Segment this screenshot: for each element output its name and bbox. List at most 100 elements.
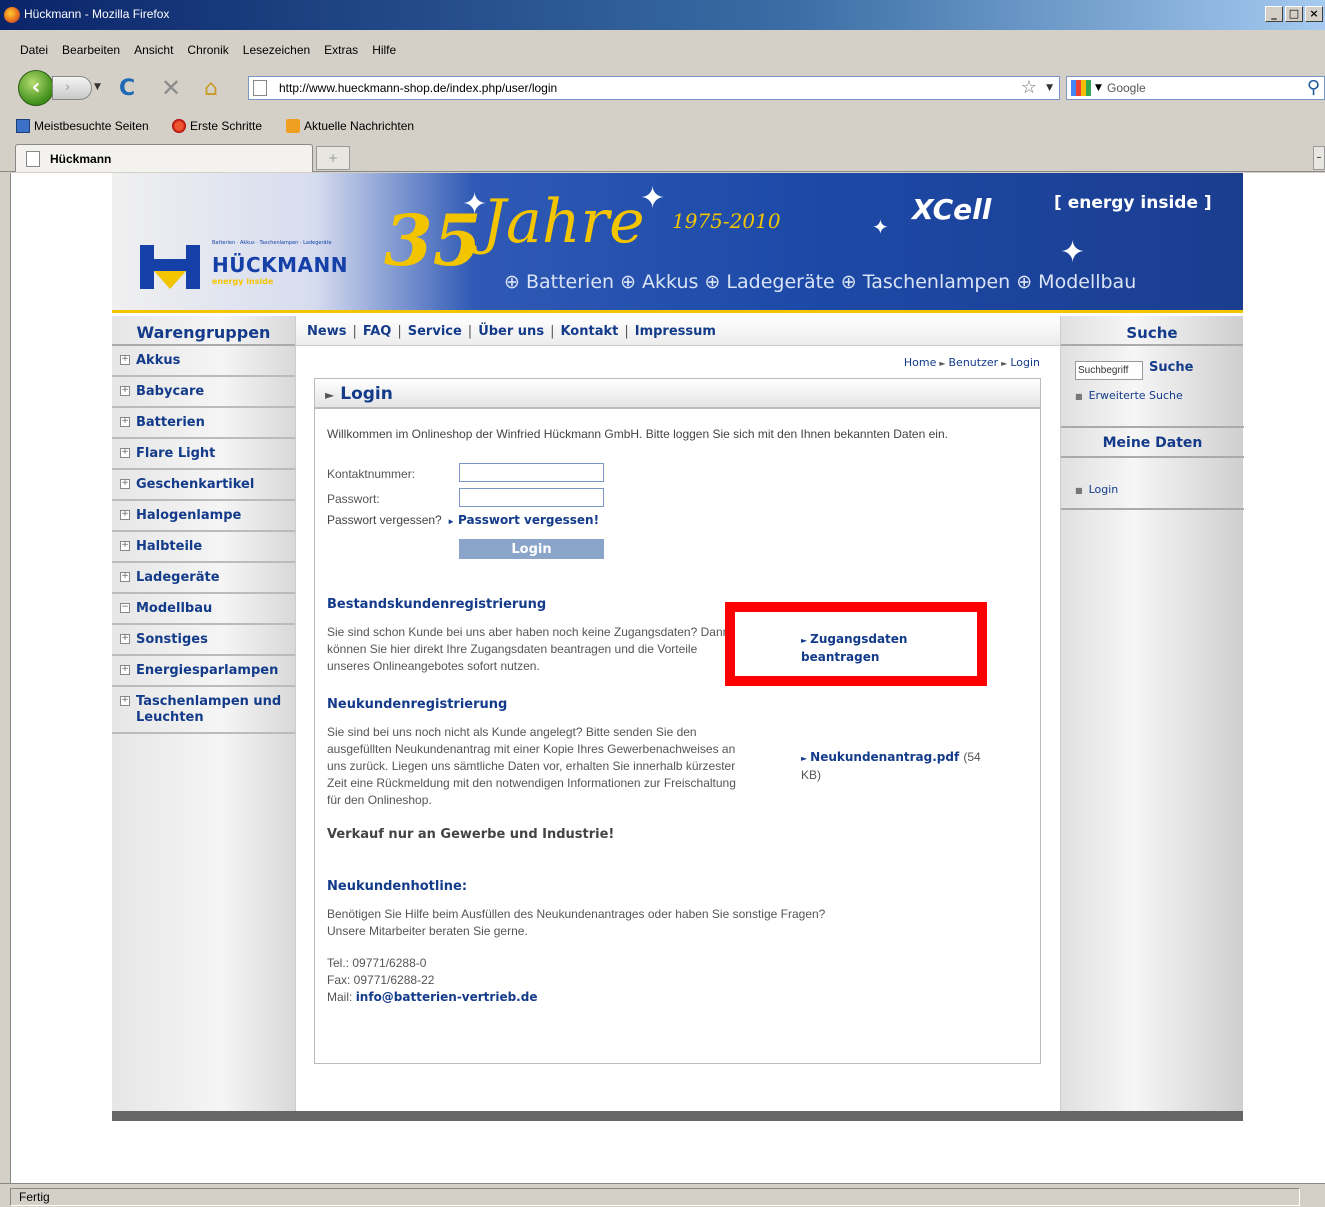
expand-icon[interactable]: + [120,417,130,427]
highlight-box [725,602,987,686]
bookmark-aktuelle-nachrichten[interactable]: Aktuelle Nachrichten [286,119,414,133]
tab-list-button[interactable]: – [1313,146,1325,170]
tab-hueckmann[interactable]: Hückmann [15,144,313,172]
nav-faq[interactable]: FAQ [363,324,392,339]
menu-chronik[interactable]: Chronik [187,38,228,62]
stop-icon[interactable]: ✕ [161,74,181,102]
url-text[interactable]: http://www.hueckmann-shop.de/index.php/u… [279,81,557,95]
category-sonstiges[interactable]: + Sonstiges [112,625,295,656]
phone-number: Tel.: 09771/6288-0 [327,956,427,970]
menu-lesezeichen[interactable]: Lesezeichen [243,38,310,62]
site-search-button[interactable]: Suche [1149,360,1193,375]
back-button[interactable]: ‹ [18,70,54,106]
energy-inside-text: [ energy inside ] [1054,193,1212,213]
category-taschenlampen[interactable]: + Taschenlampen und Leuchten [112,687,295,734]
expand-icon[interactable]: + [120,448,130,458]
status-bar: Fertig [0,1183,1325,1207]
categories-heading: Warengruppen [112,316,295,346]
expand-icon[interactable]: + [120,386,130,396]
bookmarks-folder-icon [16,119,30,133]
category-babycare[interactable]: + Babycare [112,377,295,408]
expand-icon[interactable]: + [120,510,130,520]
expand-icon[interactable]: + [120,541,130,551]
sparkle-icon: ✦ [872,215,889,239]
anniversary-years: 1975-2010 [672,209,781,233]
history-dropdown-icon[interactable]: ▼ [94,82,101,92]
login-button[interactable]: Login [459,539,604,559]
sidebar-login-link[interactable]: ■ Login [1075,483,1118,496]
pdf-size: (54 [963,750,981,764]
category-halogenlampe[interactable]: + Halogenlampe [112,501,295,532]
category-akkus[interactable]: + Akkus [112,346,295,377]
bookmark-meistbesuchte[interactable]: Meistbesuchte Seiten [16,119,149,133]
bookmark-star-icon[interactable]: ☆ [1021,77,1037,98]
forgot-password-link[interactable]: Passwort vergessen! [458,513,599,527]
password-input[interactable] [459,488,604,507]
page-viewport: Batterien · Akkus · Taschenlampen · Lade… [10,173,1325,1183]
url-dropdown-icon[interactable]: ▼ [1046,83,1053,93]
expand-icon[interactable]: + [120,479,130,489]
nav-impressum[interactable]: Impressum [635,324,716,339]
firefox-bookmark-icon [172,119,186,133]
site-search-input[interactable]: Suchbegriff [1075,361,1143,380]
home-icon[interactable]: ⌂ [204,76,218,101]
nav-service[interactable]: Service [408,324,462,339]
breadcrumb-login[interactable]: Login [1010,356,1040,369]
nav-ueber-uns[interactable]: Über uns [478,324,544,339]
contact-number-label: Kontaktnummer: [327,467,416,481]
category-energiesparlampen[interactable]: + Energiesparlampen [112,656,295,687]
menu-extras[interactable]: Extras [324,38,358,62]
category-flare-light[interactable]: + Flare Light [112,439,295,470]
close-button[interactable]: × [1305,6,1323,22]
forward-button[interactable]: › [52,76,92,100]
expand-icon[interactable]: + [120,572,130,582]
category-modellbau[interactable]: − Modellbau [112,594,295,625]
anniversary-word: Jahre [482,187,645,257]
expand-icon[interactable]: + [120,355,130,365]
nav-news[interactable]: News [307,324,346,339]
maximize-button[interactable]: □ [1285,6,1303,22]
address-bar[interactable]: http://www.hueckmann-shop.de/index.php/u… [248,76,1060,100]
menu-hilfe[interactable]: Hilfe [372,38,396,62]
collapse-icon[interactable]: − [120,603,130,613]
b2b-notice: Verkauf nur an Gewerbe und Industrie! [327,827,615,842]
breadcrumb: Home ► Benutzer ► Login [904,356,1040,369]
magnifier-icon[interactable]: ⚲ [1307,77,1320,98]
contact-number-input[interactable] [459,463,604,482]
email-link[interactable]: info@batterien-vertrieb.de [356,990,538,1004]
new-tab-button[interactable]: + [316,146,350,170]
new-customer-text: Sie sind bei uns noch nicht als Kunde an… [327,725,736,807]
minimize-button[interactable]: _ [1265,6,1283,22]
menu-bearbeiten[interactable]: Bearbeiten [62,38,120,62]
search-bar[interactable]: ▼ Google ⚲ [1066,76,1325,100]
bookmark-erste-schritte[interactable]: Erste Schritte [172,119,262,133]
mail-label: Mail: [327,990,353,1004]
menu-ansicht[interactable]: Ansicht [134,38,173,62]
expand-icon[interactable]: + [120,665,130,675]
menu-datei[interactable]: Datei [20,38,48,62]
expand-icon[interactable]: + [120,696,130,706]
title-bar: Hückmann - Mozilla Firefox _ □ × [0,0,1325,30]
page-icon [26,151,40,167]
hueckmann-logo[interactable] [140,245,200,289]
reload-icon[interactable]: C [119,76,135,101]
main-content: News | FAQ | Service | Über uns | Kontakt | Impres… [296,316,1060,1111]
advanced-search-link[interactable]: ■ Erweiterte Suche [1075,389,1183,402]
category-geschenkartikel[interactable]: + Geschenkartikel [112,470,295,501]
triangle-icon: ► [325,388,335,402]
application-pdf-link[interactable]: ► Neukundenantrag.pdf (54 KB) [801,749,981,784]
fax-number: Fax: 09771/6288-22 [327,973,435,987]
bookmarks-bar: Meistbesuchte Seiten Erste Schritte Aktu… [0,114,1325,138]
sparkle-icon: ✦ [1060,235,1086,270]
search-placeholder[interactable]: Google [1107,81,1146,95]
breadcrumb-home[interactable]: Home [904,356,936,369]
breadcrumb-benutzer[interactable]: Benutzer [949,356,999,369]
expand-icon[interactable]: + [120,634,130,644]
nav-kontakt[interactable]: Kontakt [560,324,618,339]
category-halbteile[interactable]: + Halbteile [112,532,295,563]
google-icon[interactable] [1071,80,1091,96]
category-batterien[interactable]: + Batterien [112,408,295,439]
brand-name: HÜCKMANN [212,253,349,277]
category-ladegeraete[interactable]: + Ladegeräte [112,563,295,594]
engine-dropdown-icon[interactable]: ▼ [1095,83,1102,93]
